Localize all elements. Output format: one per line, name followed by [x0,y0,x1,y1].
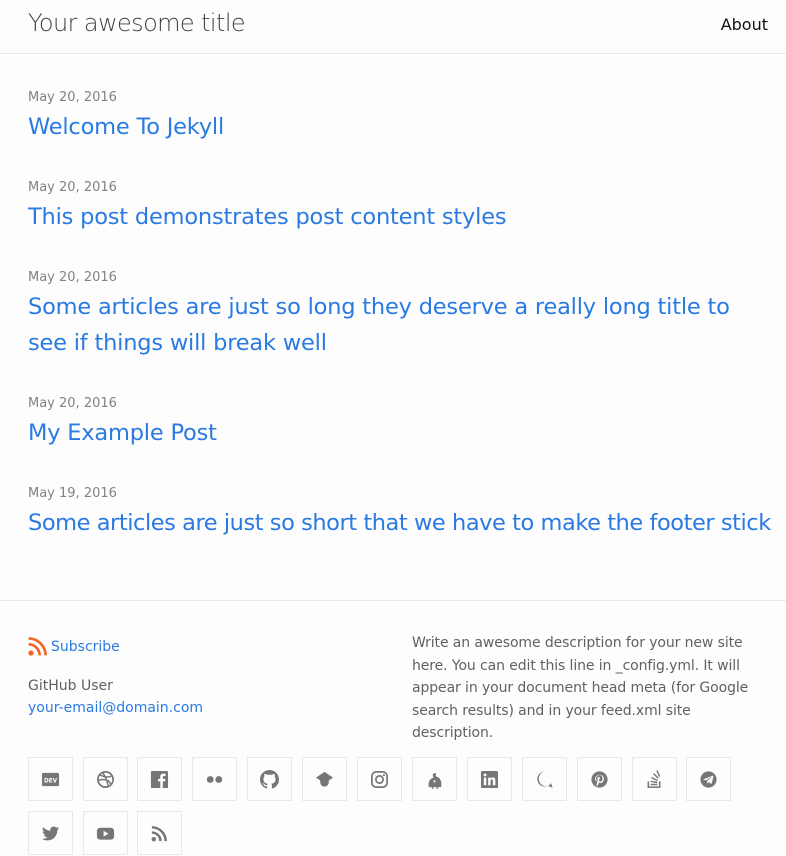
author-email-link[interactable]: your-email@domain.com [28,700,203,716]
site-header: Your awesome title About [0,0,786,54]
twitter-icon[interactable] [28,811,73,855]
facebook-icon[interactable] [137,757,182,801]
stackoverflow-icon[interactable] [632,757,677,801]
github-icon[interactable] [247,757,292,801]
google-scholar-icon[interactable] [302,757,347,801]
post-date: May 20, 2016 [28,90,117,105]
post-date: May 20, 2016 [28,180,117,195]
instagram-icon[interactable] [357,757,402,801]
post-title-link[interactable]: Welcome To Jekyll [28,109,768,145]
post-item: May 19, 2016 Some articles are just so s… [28,485,778,541]
site-description: Write an awesome description for your ne… [412,635,749,741]
post-item: May 20, 2016 Welcome To Jekyll [28,89,768,145]
dev-icon[interactable]: DEV [28,757,73,801]
youtube-icon[interactable] [83,811,128,855]
post-date: May 20, 2016 [28,270,117,285]
pinterest-icon[interactable] [577,757,622,801]
author-name: GitHub User [28,678,113,694]
site-title[interactable]: Your awesome title [28,9,246,37]
mastodon-icon[interactable] [522,757,567,801]
post-title-link[interactable]: Some articles are just so short that we … [28,505,778,541]
flickr-icon[interactable] [192,757,237,801]
post-title-link[interactable]: This post demonstrates post content styl… [28,199,768,235]
svg-text:DEV: DEV [44,778,58,784]
telegram-icon[interactable] [686,757,731,801]
dribbble-icon[interactable] [83,757,128,801]
nav-about-link[interactable]: About [721,15,768,34]
post-title-link[interactable]: Some articles are just so long they dese… [28,289,768,361]
linkedin-icon[interactable] [467,757,512,801]
post-item: May 20, 2016 This post demonstrates post… [28,179,768,235]
rss-feed-icon [28,637,47,656]
post-item: May 20, 2016 My Example Post [28,395,768,451]
post-title-link[interactable]: My Example Post [28,415,768,451]
post-date: May 19, 2016 [28,486,117,501]
subscribe-link[interactable]: Subscribe [51,639,120,655]
post-date: May 20, 2016 [28,396,117,411]
rss-icon[interactable] [137,811,182,855]
post-item: May 20, 2016 Some articles are just so l… [28,269,768,361]
keybase-icon[interactable] [412,757,457,801]
site-footer: Subscribe GitHub User your-email@domain.… [0,600,786,856]
subscribe: Subscribe [28,637,120,656]
